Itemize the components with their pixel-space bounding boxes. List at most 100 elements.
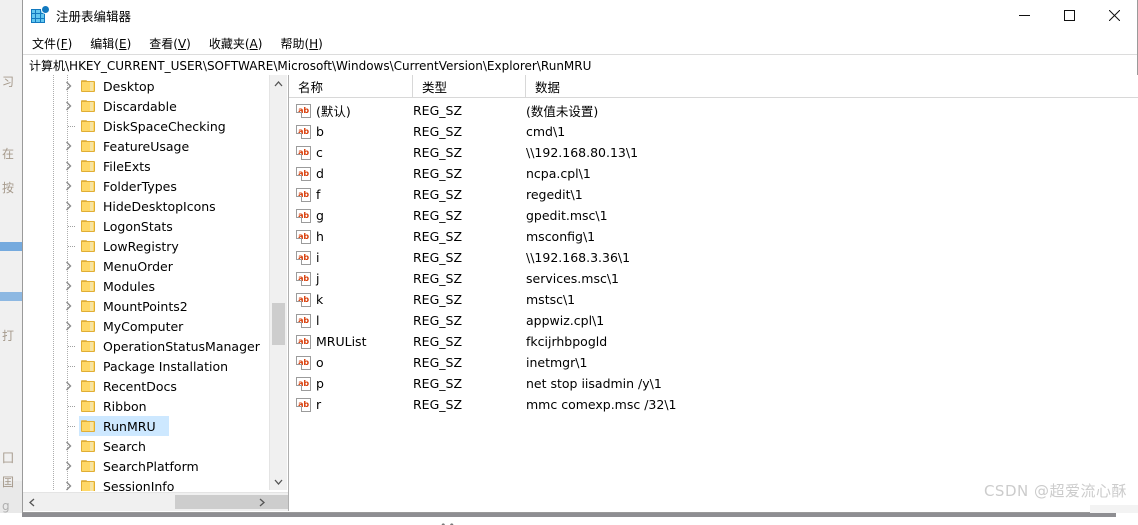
menu-item-edit[interactable]: 编辑(E) (90, 33, 140, 54)
tree-horizontal-scrollbar[interactable] (23, 492, 288, 511)
tree-item-modules[interactable]: Modules (23, 276, 271, 296)
column-header-data[interactable]: 数据 (526, 75, 1126, 97)
scroll-up-icon[interactable] (270, 75, 287, 92)
chevron-right-icon[interactable] (61, 139, 75, 153)
chevron-right-icon[interactable] (61, 79, 75, 93)
menu-item-file[interactable]: 文件(F) (32, 33, 81, 54)
value-row[interactable]: ab MRUList REG_SZ fkcijrhbpogld (289, 331, 1138, 352)
value-row[interactable]: ab d REG_SZ ncpa.cpl\1 (289, 163, 1138, 184)
tree-item-package-installation[interactable]: Package Installation (23, 356, 271, 376)
chevron-right-icon[interactable] (61, 179, 75, 193)
chevron-right-icon[interactable] (61, 299, 75, 313)
string-value-icon-text: ab (298, 126, 309, 136)
value-data: (数值未设置) (526, 104, 599, 119)
tree-item-mycomputer[interactable]: MyComputer (23, 316, 271, 336)
chevron-right-icon[interactable] (61, 379, 75, 393)
window-bottom-edge: •• (0, 513, 1138, 525)
registry-values-list[interactable]: ab (默认) REG_SZ (数值未设置) ab b REG_SZ cmd\1 ab c REG_… (289, 98, 1138, 415)
value-row[interactable]: ab l REG_SZ appwiz.cpl\1 (289, 310, 1138, 331)
value-data: ncpa.cpl\1 (526, 166, 591, 181)
value-row[interactable]: ab c REG_SZ \\192.168.80.13\1 (289, 142, 1138, 163)
tree-item-hidedesktopicons[interactable]: HideDesktopIcons (23, 196, 271, 216)
close-button[interactable] (1092, 0, 1137, 31)
value-name: j (316, 271, 320, 286)
folder-icon (81, 179, 96, 193)
chevron-right-icon[interactable] (61, 199, 75, 213)
tree-item-featureusage[interactable]: FeatureUsage (23, 136, 271, 156)
tree-item-search[interactable]: Search (23, 436, 271, 456)
value-row[interactable]: ab f REG_SZ regedit\1 (289, 184, 1138, 205)
value-name: (默认) (316, 104, 351, 119)
tree-item-mountpoints2[interactable]: MountPoints2 (23, 296, 271, 316)
menu-item-favorites[interactable]: 收藏夹(A) (209, 33, 272, 54)
chevron-right-icon[interactable] (61, 479, 75, 491)
value-row[interactable]: ab o REG_SZ inetmgr\1 (289, 352, 1138, 373)
value-data: inetmgr\1 (526, 355, 588, 370)
chevron-right-icon[interactable] (61, 439, 75, 453)
tree-item-desktop[interactable]: Desktop (23, 76, 271, 96)
chevron-right-icon[interactable] (61, 99, 75, 113)
menu-item-help[interactable]: 帮助(H) (280, 33, 331, 54)
tree-item-operationstatusmanager[interactable]: OperationStatusManager (23, 336, 271, 356)
minimize-button[interactable] (1002, 0, 1047, 31)
value-row[interactable]: ab i REG_SZ \\192.168.3.36\1 (289, 247, 1138, 268)
content-area: Desktop Discardable DiskSpaceChecking Featu… (23, 75, 1138, 511)
value-row[interactable]: ab r REG_SZ mmc comexp.msc /32\1 (289, 394, 1138, 415)
string-value-icon: ab (296, 208, 311, 223)
chevron-right-icon[interactable] (61, 459, 75, 473)
maximize-button[interactable] (1047, 0, 1092, 31)
address-bar[interactable]: 计算机\HKEY_CURRENT_USER\SOFTWARE\Microsoft… (23, 55, 1137, 76)
value-data: \\192.168.3.36\1 (526, 250, 631, 265)
tree-vertical-scrollbar[interactable] (269, 75, 287, 490)
tree-hscroll-thumb[interactable] (175, 495, 288, 509)
string-value-icon-text: ab (298, 231, 309, 241)
scroll-right-icon[interactable] (253, 493, 270, 511)
tree-item-label: MenuOrder (103, 258, 173, 274)
value-row[interactable]: ab j REG_SZ services.msc\1 (289, 268, 1138, 289)
tree-item-logonstats[interactable]: LogonStats (23, 216, 271, 236)
tree-item-diskspacechecking[interactable]: DiskSpaceChecking (23, 116, 271, 136)
value-row[interactable]: ab (默认) REG_SZ (数值未设置) (289, 100, 1138, 121)
value-row[interactable]: ab g REG_SZ gpedit.msc\1 (289, 205, 1138, 226)
scroll-left-icon[interactable] (23, 493, 40, 511)
column-header-type[interactable]: 类型 (413, 75, 526, 97)
tree-item-ribbon[interactable]: Ribbon (23, 396, 271, 416)
tree-item-fileexts[interactable]: FileExts (23, 156, 271, 176)
background-highlight (0, 242, 24, 251)
title-bar: 注册表编辑器 (23, 0, 1137, 32)
tree-item-discardable[interactable]: Discardable (23, 96, 271, 116)
tree-item-lowregistry[interactable]: LowRegistry (23, 236, 271, 256)
tree-item-label: LogonStats (103, 218, 173, 234)
background-dots: •• (440, 519, 457, 525)
folder-icon (81, 139, 96, 153)
value-row[interactable]: ab h REG_SZ msconfig\1 (289, 226, 1138, 247)
chevron-right-icon[interactable] (61, 279, 75, 293)
scroll-down-icon[interactable] (270, 473, 287, 490)
folder-icon (81, 359, 96, 373)
chevron-right-icon[interactable] (61, 159, 75, 173)
value-row[interactable]: ab p REG_SZ net stop iisadmin /y\1 (289, 373, 1138, 394)
registry-tree[interactable]: Desktop Discardable DiskSpaceChecking Featu… (23, 76, 271, 491)
value-type: REG_SZ (413, 292, 463, 307)
tree-item-recentdocs[interactable]: RecentDocs (23, 376, 271, 396)
value-type: REG_SZ (413, 124, 463, 139)
tree-item-menuorder[interactable]: MenuOrder (23, 256, 271, 276)
folder-icon (81, 219, 96, 233)
value-row[interactable]: ab b REG_SZ cmd\1 (289, 121, 1138, 142)
tree-item-foldertypes[interactable]: FolderTypes (23, 176, 271, 196)
folder-icon (81, 159, 96, 173)
tree-item-searchplatform[interactable]: SearchPlatform (23, 456, 271, 476)
value-name: d (316, 166, 324, 181)
tree-item-label: Modules (103, 278, 155, 294)
registry-editor-window: 注册表编辑器 文件(F) 编辑(E) 查看(V) 收藏夹(A) 帮助(H) 计算… (22, 0, 1138, 513)
tree-item-runmru[interactable]: RunMRU (23, 416, 271, 436)
menu-item-view[interactable]: 查看(V) (149, 33, 200, 54)
tree-scroll-thumb[interactable] (272, 303, 285, 345)
value-name: l (316, 313, 320, 328)
value-data: msconfig\1 (526, 229, 596, 244)
column-header-name[interactable]: 名称 (289, 75, 413, 97)
chevron-right-icon[interactable] (61, 259, 75, 273)
tree-item-sessioninfo[interactable]: SessionInfo (23, 476, 271, 491)
value-row[interactable]: ab k REG_SZ mstsc\1 (289, 289, 1138, 310)
chevron-right-icon[interactable] (61, 319, 75, 333)
